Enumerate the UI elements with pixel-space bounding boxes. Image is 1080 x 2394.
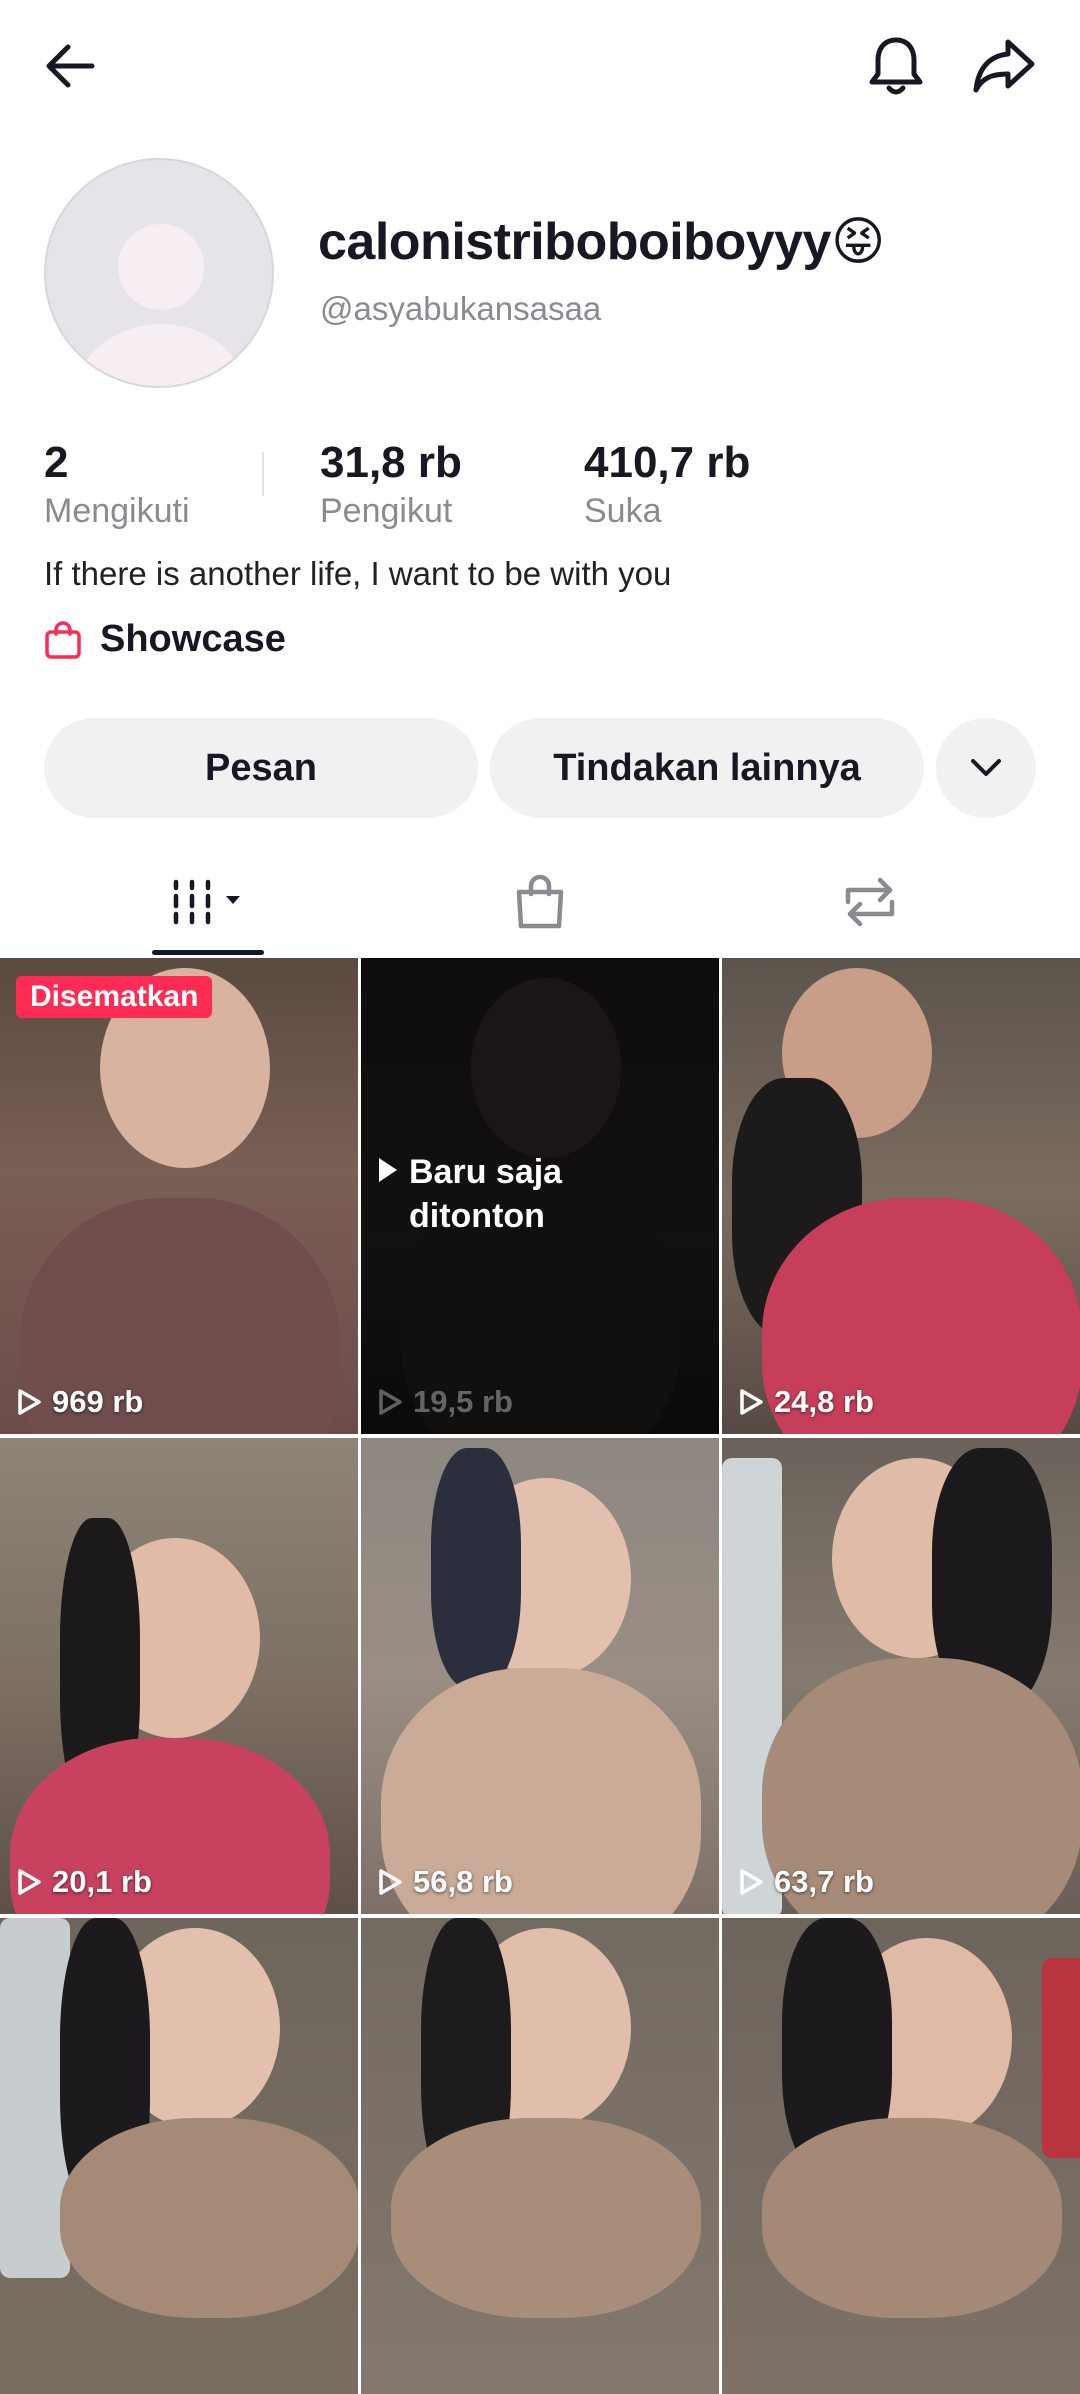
avatar[interactable] <box>44 158 274 388</box>
play-outline-icon <box>18 1869 41 1895</box>
video-thumbnail[interactable] <box>361 1918 719 2394</box>
view-count: 20,1 rb <box>16 1864 152 1900</box>
message-button[interactable]: Pesan <box>44 718 478 818</box>
notification-bell-button[interactable] <box>850 20 942 112</box>
shopping-bag-icon <box>45 620 81 659</box>
stat-divider <box>262 452 264 496</box>
view-count-text: 19,5 rb <box>413 1384 513 1419</box>
display-name: calonistriboboiboyyy😝 <box>318 213 885 271</box>
avatar-placeholder-body <box>74 324 248 386</box>
stat-likes-label: Suka <box>584 492 662 530</box>
video-thumbnail-image <box>0 1438 358 1914</box>
arrow-left-icon <box>46 44 95 88</box>
view-count-text: 24,8 rb <box>774 1384 874 1419</box>
back-button[interactable] <box>24 20 116 112</box>
play-outline-icon <box>379 1389 402 1415</box>
chevron-down-icon <box>971 759 1001 776</box>
stat-following-value: 2 <box>44 438 69 487</box>
view-count: 19,5 rb <box>377 1384 513 1420</box>
video-thumbnail-image <box>0 958 358 1434</box>
tab-shop[interactable] <box>480 862 600 942</box>
view-count: 56,8 rb <box>377 1864 513 1900</box>
video-thumbnail[interactable]: Baru saja ditonton 19,5 rb <box>361 958 719 1434</box>
showcase-link[interactable]: Showcase <box>44 618 286 661</box>
play-outline-icon <box>379 1869 402 1895</box>
view-count-text: 969 rb <box>52 1384 144 1419</box>
view-count: 63,7 rb <box>738 1864 874 1900</box>
view-count: 24,8 rb <box>738 1384 874 1420</box>
video-thumbnail-image <box>361 1438 719 1914</box>
view-count-text: 56,8 rb <box>413 1864 513 1899</box>
recently-watched-label: Baru saja ditonton <box>379 1150 609 1238</box>
bell-icon <box>869 37 923 95</box>
suggested-accounts-dropdown-button[interactable] <box>936 718 1036 818</box>
video-thumbnail[interactable] <box>0 1918 358 2394</box>
pinned-badge: Disematkan <box>16 976 213 1018</box>
stat-likes-value: 410,7 rb <box>584 438 751 487</box>
showcase-label: Showcase <box>100 618 286 660</box>
play-outline-icon <box>740 1869 763 1895</box>
video-thumbnail-image <box>722 1918 1080 2394</box>
stat-followers-label: Pengikut <box>320 492 453 530</box>
bio: If there is another life, I want to be w… <box>44 555 672 592</box>
active-tab-indicator <box>152 950 264 955</box>
video-thumbnail[interactable]: 56,8 rb <box>361 1438 719 1914</box>
video-thumbnail[interactable] <box>722 1918 1080 2394</box>
stat-followers[interactable]: 31,8 rb Pengikut <box>320 438 462 531</box>
video-thumbnail-image <box>0 1918 358 2394</box>
video-thumbnail-image <box>722 1438 1080 1914</box>
video-thumbnail-image <box>361 1918 719 2394</box>
video-thumbnail[interactable]: 20,1 rb <box>0 1438 358 1914</box>
view-count: 969 rb <box>16 1384 143 1420</box>
video-thumbnail-image <box>722 958 1080 1434</box>
view-count-text: 20,1 rb <box>52 1864 152 1899</box>
stat-likes[interactable]: 410,7 rb Suka <box>584 438 750 531</box>
play-outline-icon <box>18 1389 41 1415</box>
view-count-text: 63,7 rb <box>774 1864 874 1899</box>
play-outline-icon <box>740 1389 763 1415</box>
username: @asyabukansasaa <box>320 290 602 327</box>
tab-reposts[interactable] <box>810 862 930 942</box>
share-arrow-icon <box>973 39 1035 93</box>
grid-menu-icon <box>173 879 240 925</box>
recently-watched-text: Baru saja ditonton <box>409 1153 563 1235</box>
stat-following-label: Mengikuti <box>44 492 190 530</box>
video-thumbnail[interactable]: Disematkan 969 rb <box>0 958 358 1434</box>
stat-followers-value: 31,8 rb <box>320 438 462 487</box>
avatar-placeholder-head <box>118 224 204 310</box>
repost-icon <box>845 877 895 927</box>
shopping-bag-icon <box>516 874 564 929</box>
tab-videos[interactable] <box>140 862 280 942</box>
video-thumbnail[interactable]: 63,7 rb <box>722 1438 1080 1914</box>
video-thumbnail[interactable]: 24,8 rb <box>722 958 1080 1434</box>
stat-following[interactable]: 2 Mengikuti <box>44 438 190 531</box>
share-button[interactable] <box>958 20 1050 112</box>
more-actions-button[interactable]: Tindakan lainnya <box>490 718 924 818</box>
